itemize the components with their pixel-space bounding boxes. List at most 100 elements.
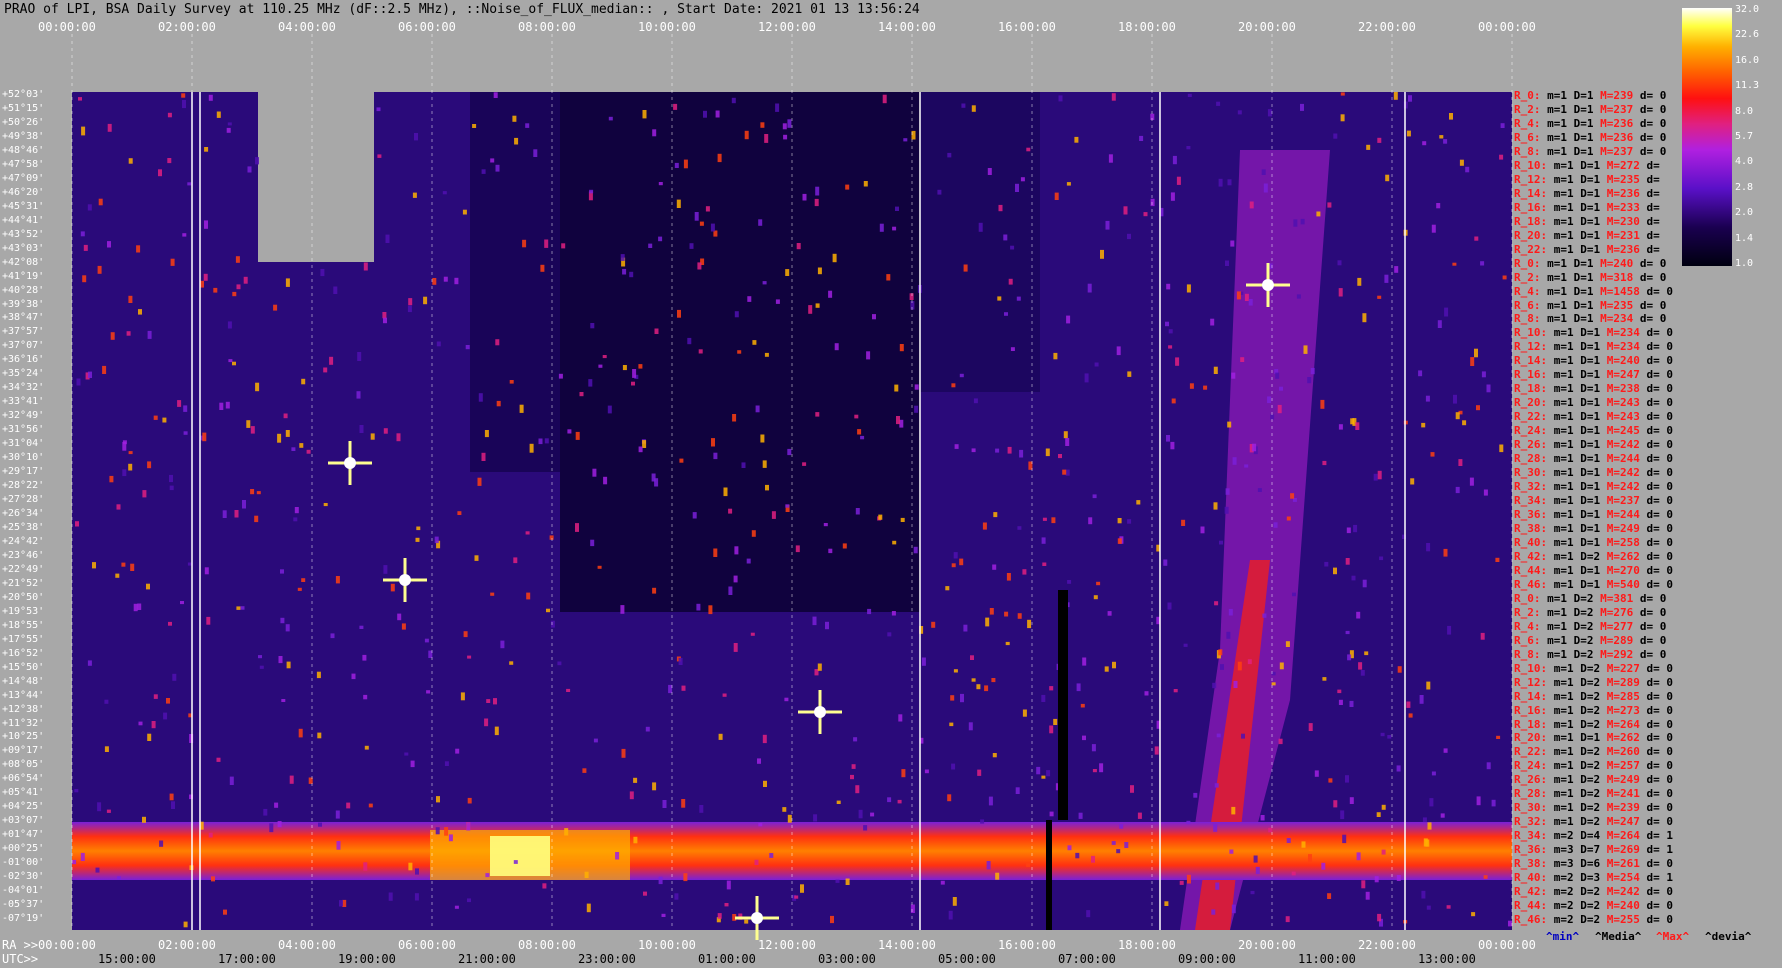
noise-pixel	[754, 859, 759, 866]
noise-pixel	[213, 287, 218, 293]
noise-pixel	[785, 269, 790, 276]
noise-pixel	[1123, 206, 1128, 215]
noise-pixel	[1228, 608, 1233, 616]
stat-d: D=3	[1580, 871, 1601, 885]
noise-pixel	[1481, 371, 1486, 378]
noise-pixel	[442, 191, 447, 195]
noise-pixel	[357, 352, 362, 361]
bottom-ra-tick: 16:00:00	[998, 938, 1056, 952]
stat-dev: d= 0	[1639, 256, 1667, 270]
noise-pixel	[1365, 891, 1370, 900]
noise-pixel	[285, 278, 290, 287]
stat-max: M=264	[1606, 829, 1640, 843]
noise-pixel	[1004, 611, 1009, 617]
noise-pixel	[163, 712, 168, 720]
stat-r: R_4:	[1514, 116, 1541, 130]
stat-row: R_2: m=1 D=1 M=318 d= 0	[1514, 271, 1666, 284]
noise-pixel	[855, 785, 860, 794]
noise-pixel	[1165, 321, 1169, 327]
noise-pixel	[234, 510, 239, 518]
noise-pixel	[1219, 540, 1223, 545]
noise-pixel	[982, 522, 987, 530]
stat-m: m=1	[1553, 186, 1574, 200]
stat-max: M=273	[1606, 703, 1640, 717]
noise-pixel	[633, 836, 638, 844]
noise-pixel	[1027, 619, 1032, 629]
noise-pixel	[802, 462, 807, 466]
noise-pixel	[815, 412, 820, 417]
declination-label: +27°28'	[2, 495, 44, 505]
noise-pixel	[1211, 909, 1216, 915]
noise-pixel	[126, 331, 131, 336]
noise-pixel	[1449, 113, 1453, 120]
stat-d: D=1	[1573, 256, 1594, 270]
declination-label: +31°04'	[2, 439, 44, 449]
noise-pixel	[673, 103, 678, 110]
stat-d: D=1	[1580, 535, 1601, 549]
noise-pixel	[834, 343, 839, 351]
noise-pixel	[122, 469, 127, 477]
stat-max: M=234	[1606, 326, 1640, 340]
utc-tick: 07:00:00	[1058, 952, 1116, 966]
stat-row: R_36: m=3 D=7 M=269 d= 1	[1514, 844, 1673, 856]
noise-pixel	[1066, 182, 1071, 186]
declination-label: +37°57'	[2, 327, 44, 337]
noise-pixel	[1471, 912, 1476, 917]
noise-pixel	[80, 852, 85, 861]
noise-pixel	[1268, 827, 1273, 833]
stat-dev: d= 0	[1646, 368, 1674, 382]
stat-m: m=1	[1553, 396, 1574, 410]
ra-axis-label: RA >>	[2, 938, 39, 952]
noise-pixel	[643, 891, 647, 896]
stat-r: R_38:	[1514, 857, 1548, 871]
noise-pixel	[484, 718, 489, 727]
noise-pixel	[963, 624, 968, 632]
noise-pixel	[167, 112, 172, 118]
dark-region	[470, 92, 560, 472]
noise-pixel	[151, 721, 156, 729]
noise-pixel	[1233, 680, 1238, 688]
noise-pixel	[1124, 842, 1129, 848]
declination-label: -05°37'	[2, 900, 44, 910]
utc-tick: 19:00:00	[338, 952, 396, 966]
noise-pixel	[921, 657, 926, 666]
noise-pixel	[1267, 109, 1272, 117]
noise-pixel	[211, 876, 215, 882]
noise-pixel	[443, 276, 448, 282]
noise-pixel	[454, 905, 459, 909]
declination-label: +52°03'	[2, 90, 44, 100]
noise-pixel	[1396, 765, 1401, 772]
stat-dev: d= 0	[1639, 102, 1667, 116]
noise-pixel	[744, 919, 749, 924]
colorbar-tick: 8.0	[1735, 105, 1754, 117]
colorbar-tick: 1.4	[1735, 232, 1754, 244]
noise-pixel	[1300, 103, 1304, 111]
noise-pixel	[954, 444, 959, 449]
stat-m: m=1	[1553, 410, 1574, 424]
noise-pixel	[1279, 386, 1283, 391]
noise-pixel	[466, 822, 471, 831]
noise-pixel	[255, 382, 260, 392]
noise-pixel	[246, 420, 251, 428]
stat-dev: d= 0	[1646, 521, 1674, 535]
bottom-ra-tick: 02:00:00	[158, 938, 216, 952]
stat-r: R_28:	[1514, 787, 1548, 801]
stat-max: M=231	[1606, 228, 1640, 242]
stat-row: R_34: m=1 D=1 M=237 d= 0	[1514, 495, 1673, 507]
noise-pixel	[992, 564, 997, 570]
noise-pixel	[1379, 556, 1384, 561]
declination-value: +42°08'	[2, 256, 45, 268]
declination-label: +43°03'	[2, 243, 44, 254]
noise-pixel	[1453, 394, 1457, 404]
noise-pixel	[1237, 661, 1242, 671]
noise-pixel	[757, 758, 761, 764]
stat-row: R_26: m=1 D=2 M=249 d= 0	[1514, 774, 1673, 786]
noise-pixel	[496, 400, 501, 407]
declination-value: +30°10'	[2, 452, 45, 464]
declination-label: +01°47'	[2, 830, 44, 840]
noise-pixel	[699, 221, 704, 226]
noise-pixel	[698, 349, 703, 354]
noise-pixel	[1279, 662, 1284, 670]
noise-pixel	[830, 915, 834, 924]
noise-pixel	[1422, 141, 1427, 146]
